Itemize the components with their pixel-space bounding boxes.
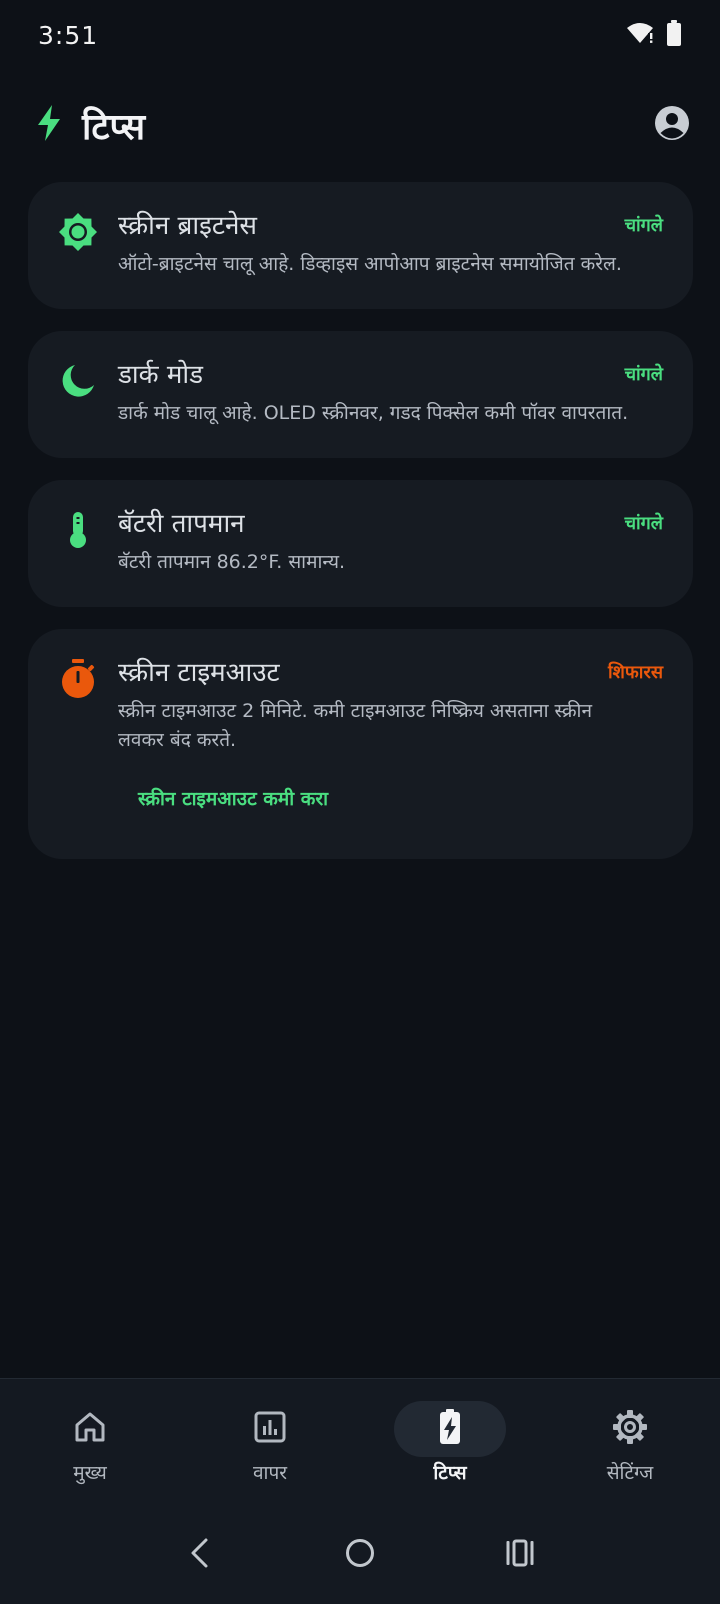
- nav-icon-container: [34, 1401, 146, 1457]
- tip-description: ऑटो-ब्राइटनेस चालू आहे. डिव्हाइस आपोआप ब…: [118, 253, 622, 275]
- system-navigation-bar: [0, 1502, 720, 1604]
- tip-card-battery-temperature: बॅटरी तापमान चांगले बॅटरी तापमान 86.2°F.…: [28, 480, 693, 607]
- tip-title: बॅटरी तापमान: [118, 509, 245, 539]
- brightness-icon: [58, 212, 98, 252]
- tip-card-brightness: स्क्रीन ब्राइटनेस चांगले ऑटो-ब्राइटनेस च…: [28, 182, 693, 309]
- home-icon: [73, 1411, 107, 1447]
- status-badge: शिफारस: [608, 662, 663, 683]
- wifi-icon: [626, 21, 654, 49]
- nav-label: वापर: [252, 1462, 288, 1484]
- tip-title: स्क्रीन टाइमआउट: [118, 658, 280, 688]
- status-bar: 3:51: [0, 0, 720, 70]
- app-header: टिप्स: [0, 95, 720, 155]
- tip-card-dark-mode: डार्क मोड चांगले डार्क मोड चालू आहे. OLE…: [28, 331, 693, 458]
- battery-bolt-icon: [439, 1409, 461, 1449]
- bolt-icon: [36, 105, 62, 145]
- usage-chart-icon: [254, 1411, 286, 1447]
- battery-icon: [666, 20, 682, 50]
- nav-icon-container: [394, 1401, 506, 1457]
- thermometer-icon: [58, 510, 98, 550]
- nav-label: टिप्स: [433, 1462, 467, 1484]
- nav-icon-container: [214, 1401, 326, 1457]
- tip-title: स्क्रीन ब्राइटनेस: [118, 211, 257, 241]
- nav-icon-container: [574, 1401, 686, 1457]
- page-title: टिप्स: [82, 106, 146, 148]
- status-badge: चांगले: [624, 513, 663, 534]
- reduce-screen-timeout-button[interactable]: स्क्रीन टाइमआउट कमी करा: [138, 785, 328, 811]
- tip-description: डार्क मोड चालू आहे. OLED स्क्रीनवर, गडद …: [118, 402, 629, 424]
- status-time: 3:51: [38, 20, 99, 50]
- bottom-navigation: मुख्य वापर टिप्स सेटिंग्ज: [0, 1378, 720, 1502]
- tips-list: स्क्रीन ब्राइटनेस चांगले ऑटो-ब्राइटनेस च…: [28, 182, 693, 881]
- nav-item-settings[interactable]: सेटिंग्ज: [555, 1401, 705, 1485]
- home-circle-icon[interactable]: [330, 1523, 390, 1583]
- moon-icon: [58, 361, 98, 401]
- tip-title: डार्क मोड: [118, 360, 204, 390]
- tip-card-screen-timeout: स्क्रीन टाइमआउट शिफारस स्क्रीन टाइमआउट 2…: [28, 629, 693, 859]
- tip-description: स्क्रीन टाइमआउट 2 मिनिटे. कमी टाइमआउट नि…: [118, 700, 592, 751]
- status-badge: चांगले: [624, 215, 663, 236]
- gear-icon: [612, 1409, 648, 1449]
- tip-description: बॅटरी तापमान 86.2°F. सामान्य.: [118, 551, 346, 573]
- nav-item-usage[interactable]: वापर: [195, 1401, 345, 1485]
- status-badge: चांगले: [624, 364, 663, 385]
- nav-item-tips[interactable]: टिप्स: [375, 1401, 525, 1485]
- nav-label: सेटिंग्ज: [606, 1462, 654, 1484]
- nav-item-home[interactable]: मुख्य: [15, 1401, 165, 1485]
- timer-icon: [58, 659, 98, 699]
- back-icon[interactable]: [170, 1523, 230, 1583]
- nav-label: मुख्य: [73, 1462, 107, 1484]
- recents-icon[interactable]: [490, 1523, 550, 1583]
- account-circle-icon[interactable]: [654, 105, 690, 145]
- status-icons: [626, 20, 682, 50]
